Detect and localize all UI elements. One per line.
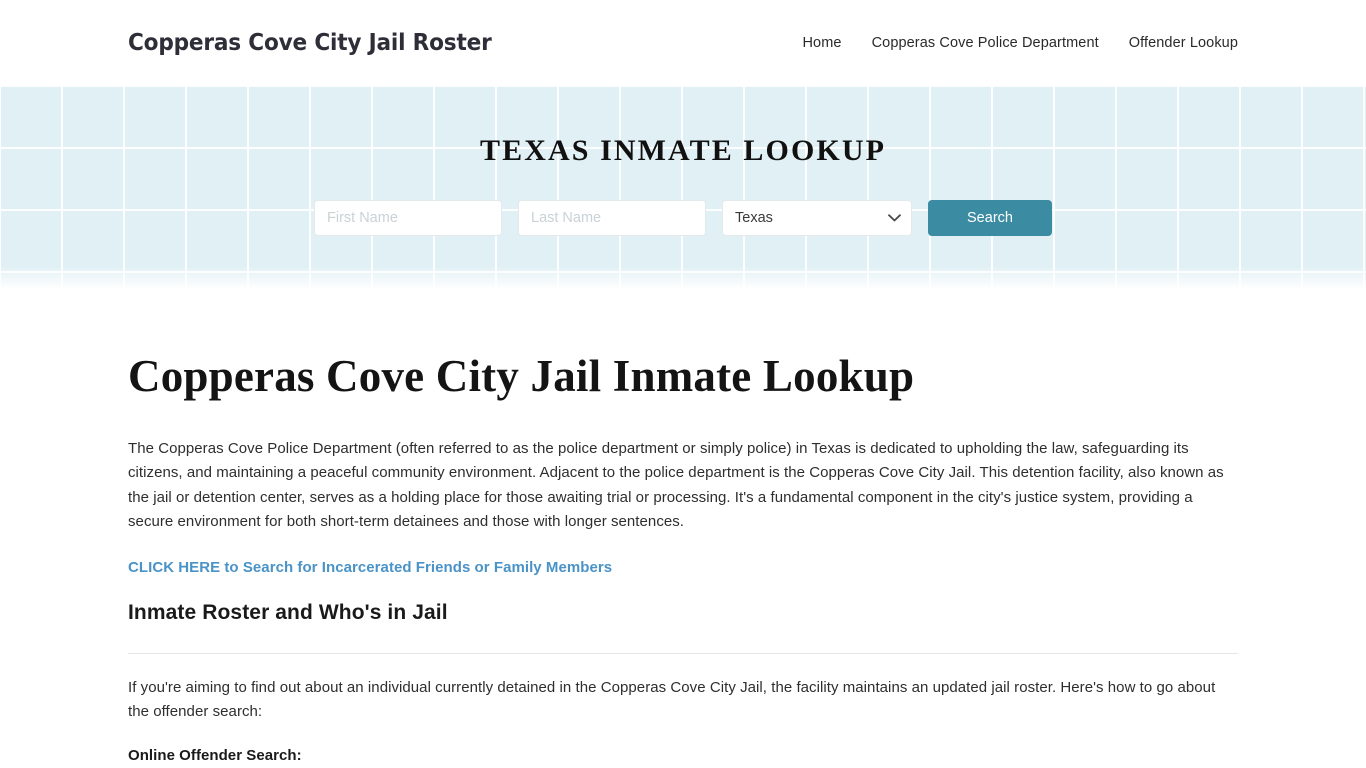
main-navigation: Home Copperas Cove Police Department Off… [802,35,1238,51]
section-divider [128,652,1238,654]
state-select[interactable]: Texas [722,200,912,236]
page-title: Copperas Cove City Jail Inmate Lookup [128,351,915,401]
hero-search-banner: TEXAS INMATE LOOKUP Texas Search [0,86,1366,292]
cta-search-link[interactable]: CLICK HERE to Search for Incarcerated Fr… [128,559,612,576]
roster-paragraph: If you're aiming to find out about an in… [128,678,1216,721]
state-select-wrapper: Texas [722,200,912,236]
nav-link-home[interactable]: Home [802,35,841,51]
site-title: Copperas Cove City Jail Roster [128,30,492,56]
hero-title: TEXAS INMATE LOOKUP [479,134,887,167]
last-name-input[interactable] [518,200,706,236]
hero-inner: TEXAS INMATE LOOKUP Texas Search [0,86,1366,236]
main-content: Copperas Cove City Jail Inmate Lookup Th… [0,351,1366,764]
online-offender-search-label: Online Offender Search: [128,746,302,764]
section-heading-inmate-roster: Inmate Roster and Who's in Jail [128,600,448,624]
nav-link-offender-lookup[interactable]: Offender Lookup [1129,35,1238,51]
search-button[interactable]: Search [928,200,1052,236]
site-header: Copperas Cove City Jail Roster Home Copp… [0,0,1366,86]
first-name-input[interactable] [314,200,502,236]
nav-link-police-department[interactable]: Copperas Cove Police Department [872,35,1099,51]
inmate-search-form: Texas Search [0,200,1366,236]
intro-paragraph: The Copperas Cove Police Department (oft… [128,439,1224,531]
